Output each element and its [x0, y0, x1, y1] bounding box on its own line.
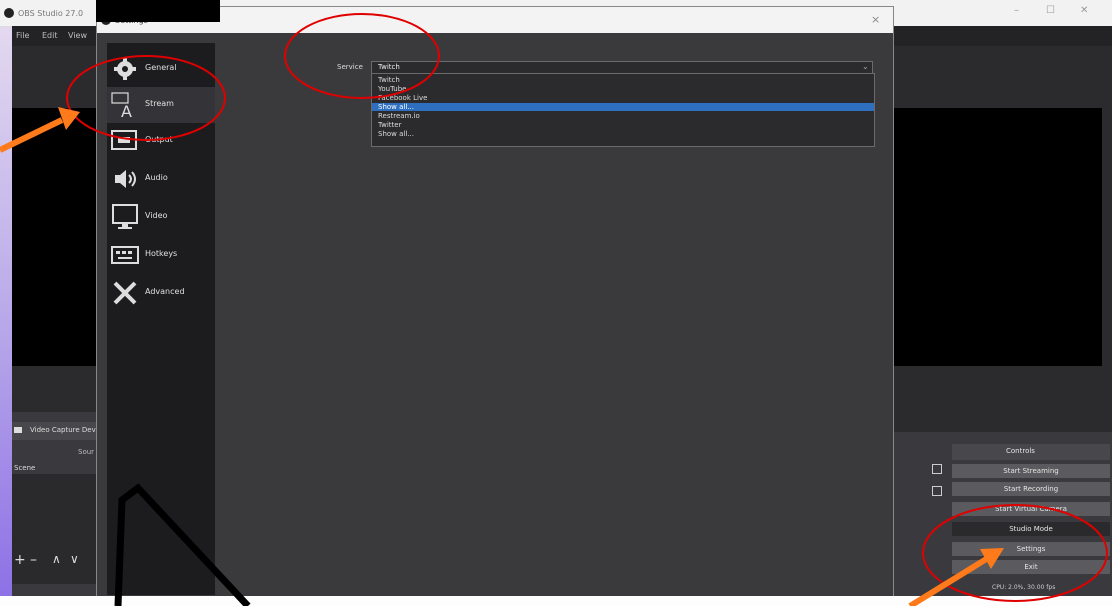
annotation-overlay [0, 13, 1108, 606]
annotation-arrow-right [908, 555, 990, 606]
annotation-black-stroke [114, 483, 251, 606]
annotation-circle-service [284, 13, 440, 99]
annotation-arrow-left [0, 117, 64, 153]
annotation-circle-stream [66, 55, 226, 141]
annotation-circle-settings [922, 504, 1108, 602]
